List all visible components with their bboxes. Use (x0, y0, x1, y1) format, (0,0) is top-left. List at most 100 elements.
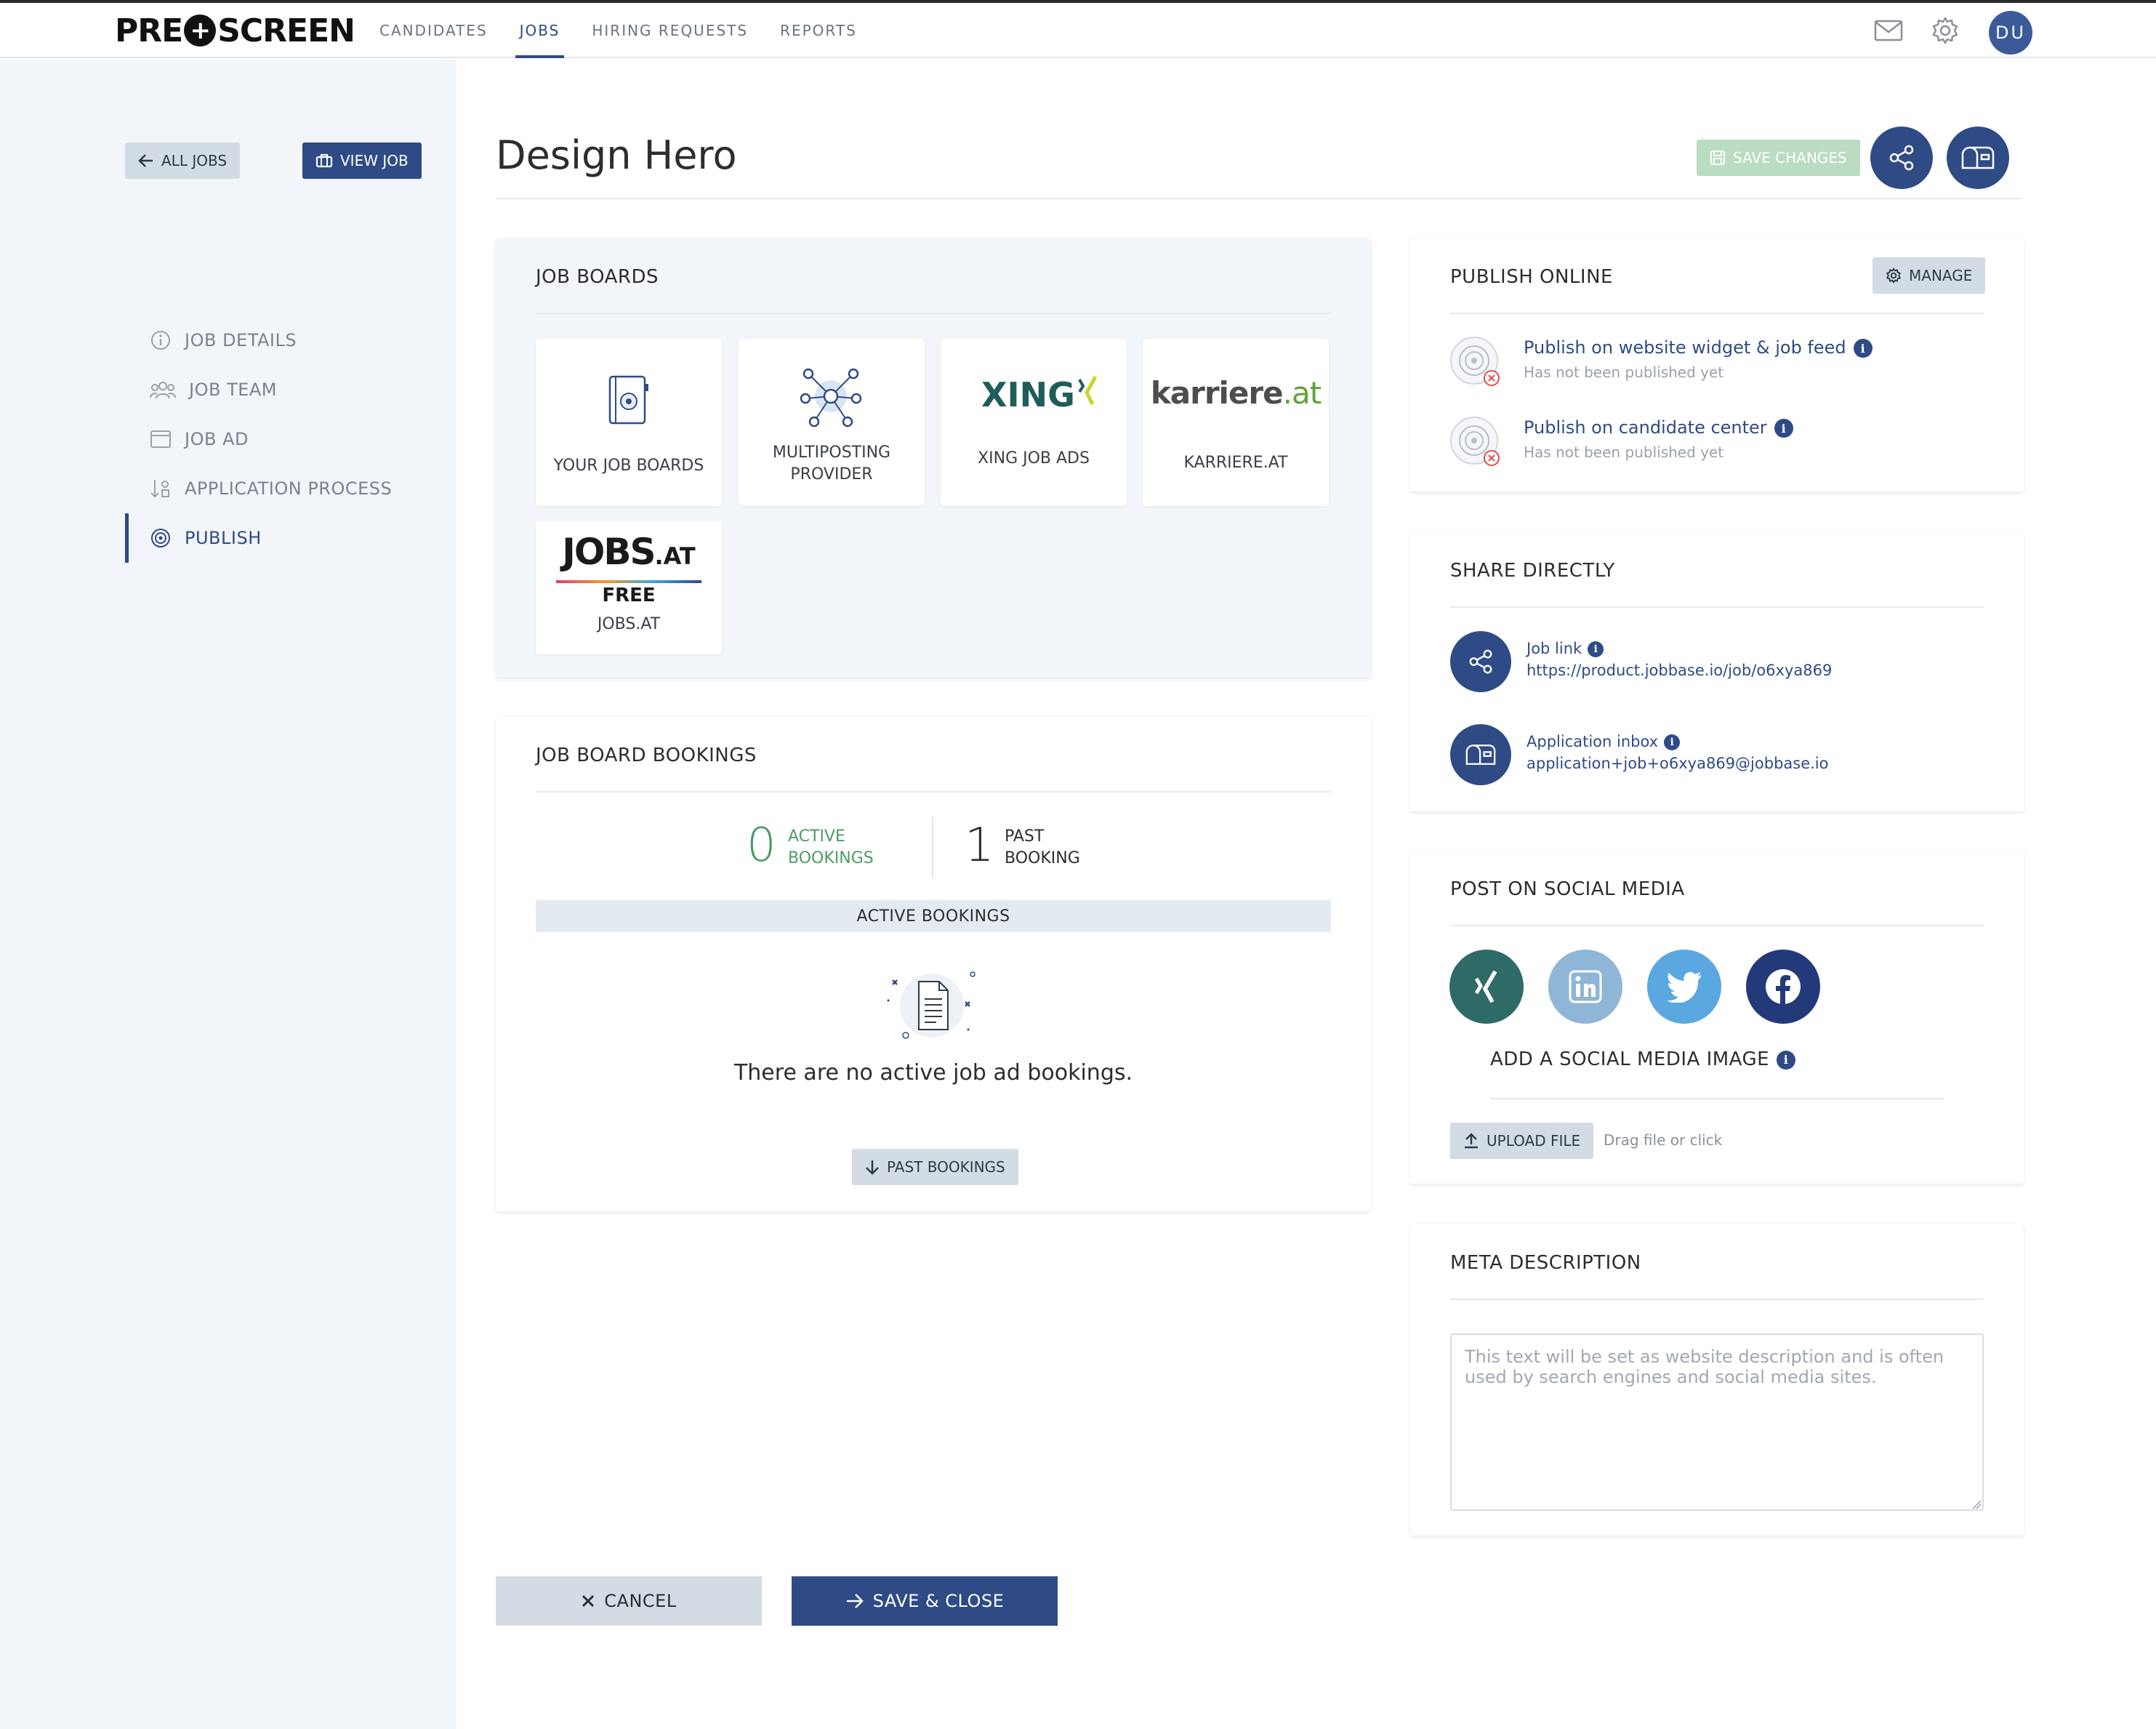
sidebar-item-label: JOB TEAM (189, 380, 278, 400)
all-jobs-label: ALL JOBS (161, 152, 228, 169)
nav-hiring-requests[interactable]: HIRING REQUESTS (576, 3, 764, 58)
xing-logo-text: XING (981, 375, 1075, 414)
twitter-icon (1667, 971, 1702, 1003)
publish-widget-title[interactable]: Publish on website widget & job feed i (1524, 337, 1873, 358)
past-bookings-count: 1 (965, 819, 994, 872)
publish-online-card: PUBLISH ONLINE MANAGE Publish on website… (1410, 238, 2024, 492)
application-inbox-icon[interactable] (1450, 724, 1511, 785)
info-icon[interactable]: i (1588, 641, 1604, 657)
network-hub-icon (800, 368, 862, 428)
social-title: POST ON SOCIAL MEDIA (1450, 878, 1685, 900)
top-navigation-bar: PRE + SCREEN CANDIDATES JOBS HIRING REQU… (0, 3, 2156, 58)
board-your-job-boards[interactable]: YOUR JOB BOARDS (536, 339, 722, 506)
board-label: YOUR JOB BOARDS (553, 457, 704, 475)
sidebar-item-label: JOB AD (185, 429, 249, 449)
sidebar-item-job-details[interactable]: JOB DETAILS (125, 316, 430, 365)
bookings-title: JOB BOARD BOOKINGS (536, 745, 757, 766)
share-icon (1889, 145, 1914, 171)
resize-handle-icon[interactable] (1971, 1499, 1982, 1509)
sidebar-item-application-process[interactable]: APPLICATION PROCESS (125, 464, 430, 513)
user-avatar[interactable]: DU (1989, 11, 2032, 55)
facebook-share-button[interactable] (1746, 950, 1820, 1024)
sidebar-item-label: JOB DETAILS (185, 330, 297, 350)
card-divider (1490, 1098, 1944, 1099)
xing-share-button[interactable] (1449, 950, 1524, 1024)
job-link-share-icon[interactable] (1450, 631, 1511, 692)
bookings-divider (932, 817, 933, 878)
info-icon[interactable]: i (1853, 339, 1873, 358)
meta-description-card: META DESCRIPTION This text will be set a… (1410, 1224, 2024, 1536)
board-xing-job-ads[interactable]: XING XING JOB ADS (941, 339, 1127, 506)
nav-reports[interactable]: REPORTS (764, 3, 873, 58)
upload-hint[interactable]: Drag file or click (1604, 1131, 1722, 1149)
publish-candidate-center-link[interactable]: Publish on candidate center (1524, 417, 1767, 438)
nav-jobs[interactable]: JOBS (504, 3, 576, 58)
mail-icon[interactable] (1873, 15, 1904, 47)
card-divider (536, 313, 1331, 314)
sidebar-item-publish[interactable]: PUBLISH (125, 513, 430, 563)
inbox-button[interactable] (1947, 127, 2009, 189)
board-karriere-at[interactable]: karriere.at KARRIERE.AT (1143, 339, 1329, 506)
publish-widget-link[interactable]: Publish on website widget & job feed (1524, 337, 1846, 358)
twitter-share-button[interactable] (1647, 950, 1721, 1024)
card-divider (1450, 925, 1984, 926)
unpublished-target-icon (1450, 417, 1500, 466)
sort-process-icon (150, 480, 169, 498)
save-icon (1710, 151, 1725, 165)
job-link-url[interactable]: https://product.jobbase.io/job/o6xya869 (1527, 662, 1832, 679)
upload-file-label: UPLOAD FILE (1487, 1132, 1581, 1150)
board-label-line-2: PROVIDER (790, 465, 873, 484)
info-icon[interactable]: i (1664, 734, 1681, 750)
past-bookings-label-2: BOOKING (1005, 849, 1080, 867)
page-title: Design Hero (496, 132, 737, 178)
cancel-button[interactable]: CANCEL (496, 1576, 762, 1626)
prescreen-logo[interactable]: PRE + SCREEN (115, 7, 355, 54)
publish-candidate-center-title[interactable]: Publish on candidate center i (1524, 417, 1793, 438)
past-bookings-button[interactable]: PAST BOOKINGS (852, 1149, 1018, 1185)
no-bookings-message: There are no active job ad bookings. (733, 1060, 1133, 1086)
sidebar-item-job-ad[interactable]: JOB AD (125, 414, 430, 464)
empty-document-icon (887, 971, 976, 1039)
publish-widget-status: Has not been published yet (1524, 364, 1724, 381)
unpublished-target-icon (1450, 337, 1500, 386)
save-changes-button[interactable]: SAVE CHANGES (1697, 140, 1860, 176)
logo-text-left: PRE (115, 12, 183, 49)
save-and-close-button[interactable]: SAVE & CLOSE (792, 1576, 1058, 1626)
mailbox-icon (1961, 146, 1995, 169)
view-job-button[interactable]: VIEW JOB (302, 143, 422, 179)
manage-button[interactable]: MANAGE (1873, 257, 1986, 294)
application-inbox-label: Application inbox (1527, 733, 1659, 750)
board-label: KARRIERE.AT (1183, 454, 1288, 472)
jobs-at-free-badge: FREE (602, 585, 656, 606)
past-bookings-label-1: PAST (1005, 827, 1045, 846)
share-title: SHARE DIRECTLY (1450, 560, 1615, 582)
upload-icon (1465, 1133, 1478, 1149)
share-icon (1469, 649, 1492, 674)
meta-description-textarea[interactable]: This text will be set as website descrip… (1450, 1333, 1984, 1511)
info-icon[interactable]: i (1777, 1050, 1796, 1070)
job-sections-menu: JOB DETAILS JOB TEAM JOB AD APPLICATION … (125, 316, 430, 563)
application-inbox-label-row: Application inbox i (1527, 733, 1681, 750)
arrow-down-icon (866, 1160, 879, 1175)
title-divider (496, 198, 2022, 199)
application-inbox-email[interactable]: application+job+o6xya869@jobbase.io (1527, 755, 1829, 772)
all-jobs-button[interactable]: ALL JOBS (125, 143, 241, 179)
save-changes-label: SAVE CHANGES (1733, 149, 1847, 167)
linkedin-share-button[interactable] (1548, 950, 1622, 1024)
sidebar-item-job-team[interactable]: JOB TEAM (125, 365, 430, 414)
share-button[interactable] (1870, 127, 1933, 189)
close-icon (582, 1594, 595, 1608)
board-jobs-at[interactable]: JOBS.AT FREE JOBS.AT (536, 521, 722, 654)
info-icon[interactable]: i (1774, 419, 1793, 438)
board-multiposting-provider[interactable]: MULTIPOSTING PROVIDER (739, 339, 925, 506)
upload-file-button[interactable]: UPLOAD FILE (1450, 1123, 1594, 1159)
past-bookings-label: PAST BOOKINGS (887, 1158, 1005, 1176)
social-image-title-row: ADD A SOCIAL MEDIA IMAGE i (1490, 1048, 1796, 1070)
active-bookings-bar: ACTIVE BOOKINGS (536, 900, 1331, 932)
gear-icon[interactable] (1929, 15, 1961, 47)
social-image-title: ADD A SOCIAL MEDIA IMAGE (1490, 1048, 1770, 1070)
cancel-label: CANCEL (604, 1591, 677, 1611)
active-bookings-count: 0 (747, 819, 776, 872)
nav-candidates[interactable]: CANDIDATES (363, 3, 504, 58)
job-boards-title: JOB BOARDS (536, 266, 659, 288)
